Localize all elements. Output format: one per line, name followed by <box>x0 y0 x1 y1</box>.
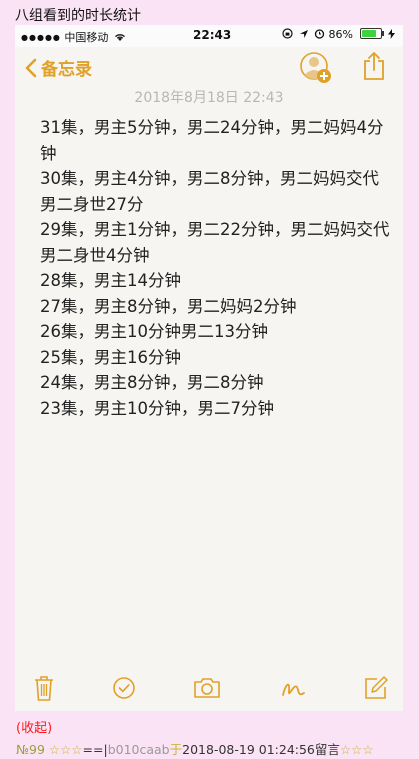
status-carrier: ●●●●● 中国移动 <box>21 29 126 45</box>
note-date: 2018年8月18日 22:43 <box>134 90 284 106</box>
carrier-name: 中国移动 <box>64 31 109 44</box>
chevron-left-icon <box>25 58 37 77</box>
battery-icon <box>359 28 384 39</box>
rotation-lock-icon <box>282 28 293 39</box>
camera-icon <box>194 678 220 698</box>
battery-percent: 86% <box>328 28 353 41</box>
note-line: 24集，男主8分钟，男二8分钟 <box>40 373 264 392</box>
share-button[interactable] <box>361 51 387 81</box>
separator: ==| <box>82 742 108 757</box>
charging-icon <box>388 29 395 39</box>
wifi-icon <box>114 34 125 41</box>
alarm-icon <box>314 29 325 39</box>
note-line: 29集，男主1分钟，男二22分钟，男二妈妈交代男二身世4分钟 <box>40 220 390 265</box>
note-line: 23集，男主10分钟，男二7分钟 <box>40 398 274 418</box>
share-icon <box>364 52 384 80</box>
bottom-toolbar <box>15 673 403 709</box>
stars-left: ☆☆☆ <box>48 742 83 757</box>
collapse-link[interactable]: (收起) <box>16 717 52 736</box>
note-line: 31集，男主5分钟，男二24分钟，男二妈妈4分钟 <box>40 118 384 163</box>
comment-meta: №99 ☆☆☆==|b010caab于2018-08-19 01:24:56留言… <box>16 739 374 758</box>
compose-icon <box>365 676 388 699</box>
sketch-button[interactable] <box>278 673 308 703</box>
add-people-button[interactable] <box>299 51 333 85</box>
phone-screenshot: ●●●●● 中国移动 22:43 86% 备忘录 2018年8月18日 22:4… <box>15 25 403 711</box>
comment-datetime: 2018-08-19 01:24:56 <box>182 742 315 757</box>
compose-button[interactable] <box>361 673 391 703</box>
note-line: 25集，男主16分钟 <box>40 347 181 367</box>
note-line: 27集，男主8分钟，男二妈妈2分钟 <box>40 296 297 316</box>
trash-icon <box>35 676 53 701</box>
comment-action: 留言 <box>314 742 340 757</box>
note-line: 26集，男主10分钟男二13分钟 <box>40 322 268 341</box>
battery-fill <box>361 30 376 37</box>
signal-icon: ●●●●● <box>21 33 61 42</box>
username-link[interactable]: b010caab <box>108 742 170 757</box>
camera-button[interactable] <box>192 673 222 703</box>
delete-button[interactable] <box>29 673 59 703</box>
nav-bar: 备忘录 <box>15 47 403 91</box>
at-label: 于 <box>169 742 183 757</box>
status-time: 22:43 <box>193 28 232 42</box>
pen-squiggle-icon <box>282 683 305 696</box>
status-bar: ●●●●● 中国移动 22:43 86% <box>15 25 403 47</box>
note-body[interactable]: 31集，男主5分钟，男二24分钟，男二妈妈4分钟 30集，男主4分钟，男二8分钟，… <box>40 115 390 421</box>
comment-number: №99 <box>16 742 45 757</box>
checkmark-circle-icon <box>113 677 135 699</box>
post-title: 八组看到的时长统计 <box>15 8 141 24</box>
add-person-icon <box>300 52 331 83</box>
back-label: 备忘录 <box>41 60 92 80</box>
location-icon <box>299 30 308 38</box>
note-line: 30集，男主4分钟，男二8分钟，男二妈妈交代男二身世27分 <box>40 169 379 214</box>
stars-right: ☆☆☆ <box>339 742 374 757</box>
checklist-button[interactable] <box>109 673 139 703</box>
back-button[interactable]: 备忘录 <box>25 55 92 80</box>
note-line: 28集，男主14分钟 <box>40 271 181 290</box>
status-right: 86% <box>282 28 395 41</box>
